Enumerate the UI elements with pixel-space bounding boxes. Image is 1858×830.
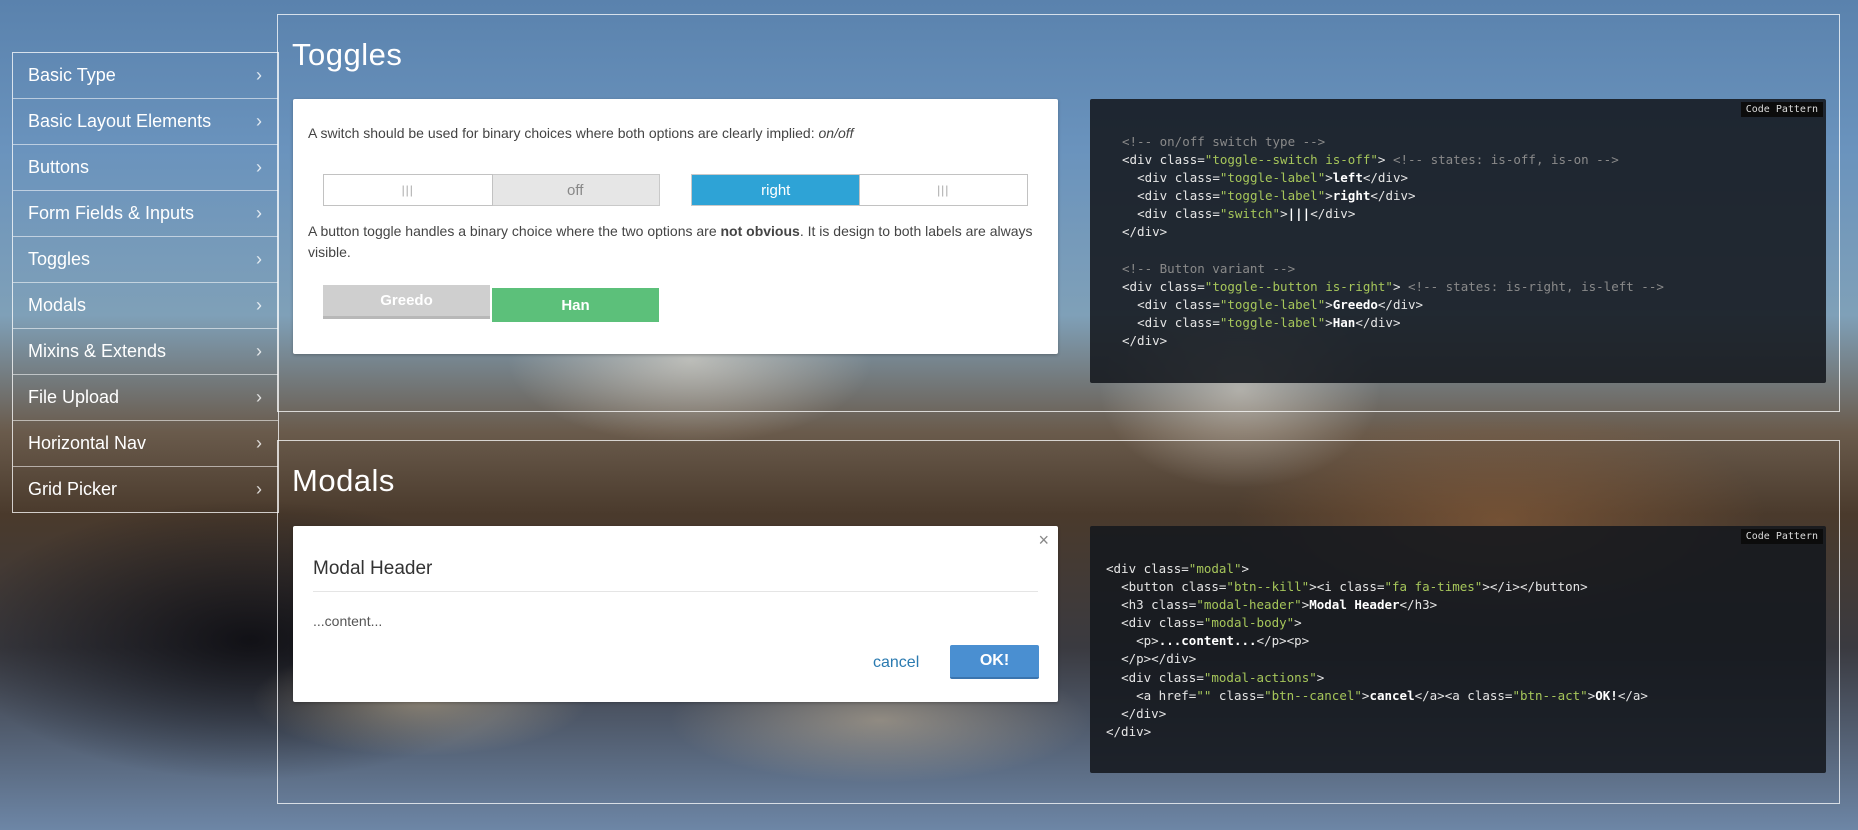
modal-divider [313,591,1038,592]
sidebar-item-file-upload[interactable]: File Upload › [13,375,278,421]
code-pattern-tag: Code Pattern [1740,529,1823,544]
chevron-right-icon: › [256,479,262,499]
modals-code-block: Code Pattern <div class="modal"> <button… [1090,526,1826,773]
switch-description-text: A switch should be used for binary choic… [308,125,819,141]
sidebar-item-label: Grid Picker [28,479,118,499]
chevron-right-icon: › [256,157,262,177]
code-pattern-tag: Code Pattern [1740,102,1823,117]
switch-label-right: right [692,175,860,205]
modal-header: Modal Header [313,558,433,579]
button-toggle-description-emphasis: not obvious [720,223,800,239]
toggles-section: Toggles A switch should be used for bina… [277,14,1840,412]
switch-handle[interactable]: ||| [858,174,1028,206]
sidebar-item-label: Mixins & Extends [28,341,167,361]
section-title: Modals [292,463,395,498]
sidebar-item-form-fields[interactable]: Form Fields & Inputs › [13,191,278,237]
sidebar-item-label: Basic Layout Elements [28,111,212,131]
modal-body: ...content... [313,613,383,629]
toggle-button-han[interactable]: Han [492,288,659,322]
chevron-right-icon: › [256,433,262,453]
ok-button[interactable]: OK! [950,645,1039,679]
switch-label-off: off [567,181,584,199]
chevron-right-icon: › [256,249,262,269]
section-title: Toggles [292,37,403,72]
chevron-right-icon: › [256,111,262,131]
chevron-right-icon: › [256,341,262,361]
sidebar-item-horizontal-nav[interactable]: Horizontal Nav › [13,421,278,467]
sidebar-item-buttons[interactable]: Buttons › [13,145,278,191]
chevron-right-icon: › [256,295,262,315]
sidebar-item-label: Form Fields & Inputs [28,203,195,223]
switch-description-emphasis: on/off [818,125,854,141]
sidebar-item-label: Modals [28,295,87,315]
chevron-right-icon: › [256,203,262,223]
sidebar-item-mixins[interactable]: Mixins & Extends › [13,329,278,375]
button-toggle-description: A button toggle handles a binary choice … [308,221,1043,263]
close-icon[interactable]: × [1038,530,1049,551]
sidebar-item-label: Basic Type [28,65,116,85]
sidebar-nav: Basic Type › Basic Layout Elements › Butto… [12,52,279,513]
cancel-button[interactable]: cancel [873,654,919,672]
switch-handle[interactable]: ||| [323,174,493,206]
toggles-code-block: Code Pattern <!-- on/off switch type -->… [1090,99,1826,383]
toggles-code: <!-- on/off switch type --> <div class="… [1122,134,1664,349]
toggle-switch-right[interactable]: right ||| [691,174,1028,206]
sidebar-item-toggles[interactable]: Toggles › [13,237,278,283]
sidebar-item-label: Buttons [28,157,90,177]
sidebar-item-basic-type[interactable]: Basic Type › [13,53,278,99]
modal-demo: × Modal Header ...content... cancel OK! [293,526,1058,702]
sidebar-item-label: Toggles [28,249,91,269]
sidebar-item-label: Horizontal Nav [28,433,147,453]
button-toggle-description-text: A button toggle handles a binary choice … [308,223,721,239]
modals-code: <div class="modal"> <button class="btn--… [1106,561,1648,739]
toggles-demo-card: A switch should be used for binary choic… [293,99,1058,354]
sidebar-item-label: File Upload [28,387,120,407]
sidebar-item-modals[interactable]: Modals › [13,283,278,329]
toggle-button-greedo[interactable]: Greedo [323,285,490,319]
sidebar-item-grid-picker[interactable]: Grid Picker › [13,467,278,512]
sidebar-item-basic-layout-elements[interactable]: Basic Layout Elements › [13,99,278,145]
switch-description: A switch should be used for binary choic… [308,123,854,144]
chevron-right-icon: › [256,65,262,85]
chevron-right-icon: › [256,387,262,407]
modals-section: Modals × Modal Header ...content... canc… [277,440,1840,804]
toggle-switch-off[interactable]: ||| off [323,174,660,206]
